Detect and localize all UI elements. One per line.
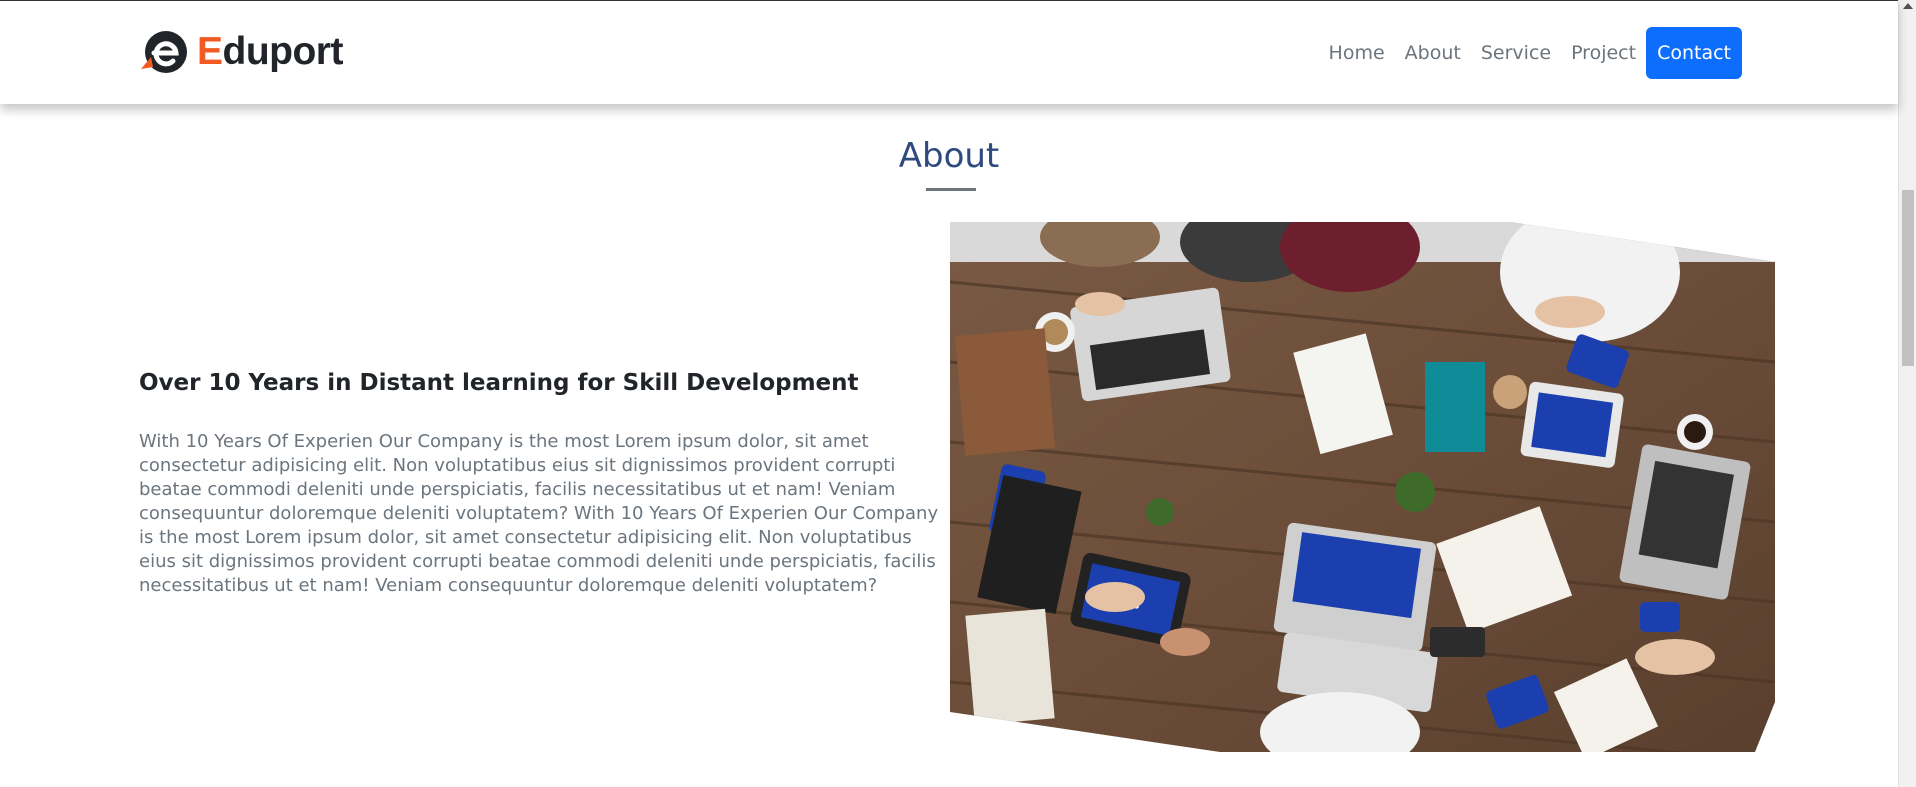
nav-about[interactable]: About [1395, 27, 1471, 79]
brand-logo[interactable]: Eduport [139, 29, 343, 75]
scroll-up-arrow-icon[interactable] [1903, 3, 1913, 9]
title-underline [926, 188, 976, 191]
brand-name: Eduport [197, 30, 343, 73]
page-scrollbar[interactable] [1898, 0, 1916, 787]
about-heading: Over 10 Years in Distant learning for Sk… [139, 370, 859, 396]
contact-button[interactable]: Contact [1646, 27, 1742, 79]
main-nav: Home About Service Project Contact [1319, 27, 1742, 79]
about-body-text: With 10 Years Of Experien Our Company is… [139, 431, 939, 596]
nav-service[interactable]: Service [1471, 27, 1561, 79]
scroll-thumb[interactable] [1902, 190, 1914, 366]
nav-project[interactable]: Project [1561, 27, 1646, 79]
navbar: Eduport Home About Service Project Conta… [0, 0, 1898, 104]
team-meeting-image: 5.00% [950, 222, 1775, 752]
nav-home[interactable]: Home [1319, 27, 1395, 79]
page: Eduport Home About Service Project Conta… [0, 0, 1916, 787]
eduport-e-logo-icon [141, 31, 187, 73]
section-title: About [898, 136, 1000, 176]
